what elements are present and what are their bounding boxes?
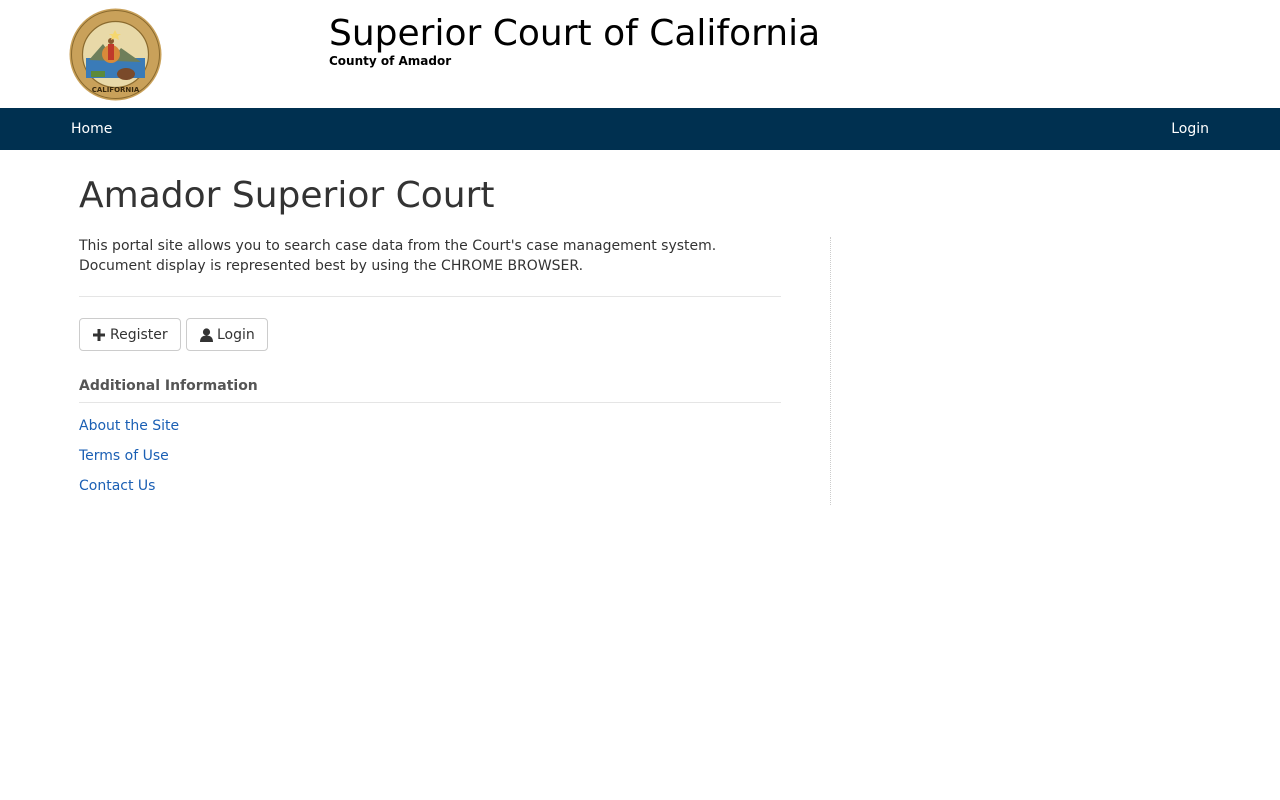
svg-text:CALIFORNIA: CALIFORNIA bbox=[92, 86, 140, 94]
terms-of-use-link[interactable]: Terms of Use bbox=[79, 448, 169, 464]
additional-info-links: About the Site Terms of Use Contact Us bbox=[79, 416, 179, 506]
main-content: Amador Superior Court This portal site a… bbox=[0, 150, 1280, 800]
nav-login-link[interactable]: Login bbox=[1171, 108, 1209, 150]
login-button-label: Login bbox=[217, 326, 255, 343]
site-header: CALIFORNIA Superior Court of California … bbox=[0, 0, 1280, 108]
contact-us-link[interactable]: Contact Us bbox=[79, 478, 155, 494]
list-item: About the Site bbox=[79, 416, 179, 446]
list-item: Terms of Use bbox=[79, 446, 179, 476]
plus-icon bbox=[92, 328, 106, 342]
additional-info-heading: Additional Information bbox=[79, 378, 258, 394]
register-button-label: Register bbox=[110, 326, 168, 343]
login-button[interactable]: Login bbox=[186, 318, 268, 351]
divider bbox=[79, 402, 781, 403]
intro-line-1: This portal site allows you to search ca… bbox=[79, 238, 717, 254]
list-item: Contact Us bbox=[79, 476, 179, 506]
intro-text: This portal site allows you to search ca… bbox=[79, 236, 779, 276]
site-title: Superior Court of California bbox=[329, 13, 821, 54]
intro-line-2: Document display is represented best by … bbox=[79, 258, 584, 274]
user-icon bbox=[199, 327, 213, 342]
top-navbar: Home Login bbox=[0, 108, 1280, 150]
california-seal-icon: CALIFORNIA bbox=[69, 8, 162, 101]
page-title: Amador Superior Court bbox=[79, 175, 495, 216]
divider bbox=[79, 296, 781, 297]
register-button[interactable]: Register bbox=[79, 318, 181, 351]
nav-home-link[interactable]: Home bbox=[71, 108, 112, 150]
site-subtitle: County of Amador bbox=[329, 54, 452, 68]
about-site-link[interactable]: About the Site bbox=[79, 418, 179, 434]
column-separator bbox=[830, 237, 831, 505]
